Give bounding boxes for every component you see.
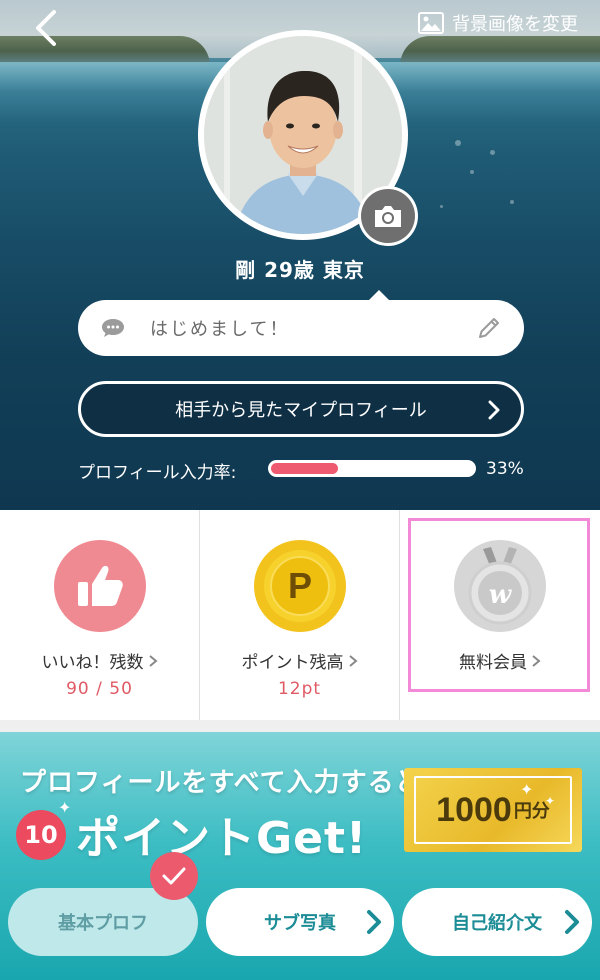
points-balance-label: ポイント残高 [241, 653, 344, 673]
camera-icon [375, 206, 401, 227]
gold-ticket-border [414, 776, 572, 844]
gold-reward-ticket: 1000 円分 [404, 768, 582, 852]
campaign-points-headline: ポイントGet! [76, 813, 368, 864]
greeting-message-field[interactable]: はじめまして！ [78, 290, 524, 356]
svg-text:P: P [287, 565, 311, 606]
thumbs-up-icon [53, 540, 146, 632]
profile-header: 背景画像を変更 剛 29歳 東京 はじめまして！ 相手から見たマイプロフィール … [0, 0, 600, 510]
change-background-label: 背景画像を変更 [452, 14, 578, 35]
points-coin-icon: P [253, 540, 346, 632]
chevron-right-icon [348, 654, 358, 667]
membership-medal-icon: w [454, 540, 546, 632]
points-balance-label-row: ポイント残高 [242, 648, 358, 673]
background-bubble [455, 140, 461, 146]
sub-photos-label: サブ写真 [264, 913, 336, 934]
membership-status-label: 無料会員 [459, 653, 527, 673]
image-icon [418, 12, 444, 34]
membership-status-card[interactable]: w 無料会員 [400, 510, 600, 720]
chevron-right-icon [532, 654, 541, 667]
profile-completion-label: プロフィール入力率: [78, 463, 237, 483]
sub-photos-button[interactable]: サブ写真 [206, 888, 394, 956]
background-bubble [510, 200, 514, 204]
basic-profile-label: 基本プロフ [58, 913, 148, 934]
view-my-profile-button[interactable]: 相手から見たマイプロフィール [78, 381, 524, 437]
view-my-profile-label: 相手から見たマイプロフィール [175, 400, 427, 421]
sparkle-icon: ✦ [545, 794, 556, 808]
campaign-headline: プロフィールをすべて入力すると [20, 768, 422, 798]
chevron-right-icon [148, 654, 158, 667]
profile-completion-bar-fill [271, 463, 338, 474]
self-introduction-button[interactable]: 自己紹介文 [402, 888, 592, 956]
campaign-points-badge: 10 [16, 810, 66, 860]
self-introduction-label: 自己紹介文 [452, 913, 542, 934]
chevron-left-icon [36, 10, 56, 46]
camera-button-inner [361, 189, 415, 243]
check-icon [150, 852, 198, 900]
status-cards: いいね！残数 90 / 50 P ポイント残高 12pt w 無料会員 [0, 510, 600, 720]
points-balance-value: 12pt [277, 679, 322, 699]
chevron-right-icon [488, 400, 500, 420]
likes-remaining-label-row: いいね！残数 [42, 648, 158, 673]
background-bubble [490, 150, 495, 155]
svg-text:w: w [489, 580, 513, 610]
membership-status-label-row: 無料会員 [459, 648, 541, 673]
speech-bubble-icon [102, 319, 124, 337]
change-background-button[interactable]: 背景画像を変更 [418, 10, 578, 36]
sparkle-icon: ✦ [520, 780, 534, 799]
user-name-age-location: 剛 29歳 東京 [235, 258, 365, 282]
likes-remaining-value: 90 / 50 [66, 679, 133, 699]
chevron-right-icon [367, 910, 381, 934]
sparkle-icon: ✦ [58, 798, 72, 817]
background-bubble [440, 205, 443, 208]
section-divider [0, 720, 600, 732]
greeting-text: はじめまして！ [150, 319, 290, 340]
change-photo-button[interactable] [358, 186, 418, 246]
profile-completion-percent: 33% [486, 459, 524, 479]
back-button[interactable] [28, 8, 68, 48]
points-balance-card[interactable]: P ポイント残高 12pt [200, 510, 400, 720]
chevron-right-icon [565, 910, 579, 934]
background-bubble [470, 170, 474, 174]
likes-remaining-card[interactable]: いいね！残数 90 / 50 [0, 510, 200, 720]
profile-completion-campaign-banner[interactable]: プロフィールをすべて入力すると 10 ✦ ポイントGet! 1000 円分 ✦ … [0, 732, 600, 980]
likes-remaining-label: いいね！残数 [41, 653, 144, 673]
pencil-icon[interactable] [476, 315, 502, 341]
profile-completion-bar [268, 460, 476, 477]
